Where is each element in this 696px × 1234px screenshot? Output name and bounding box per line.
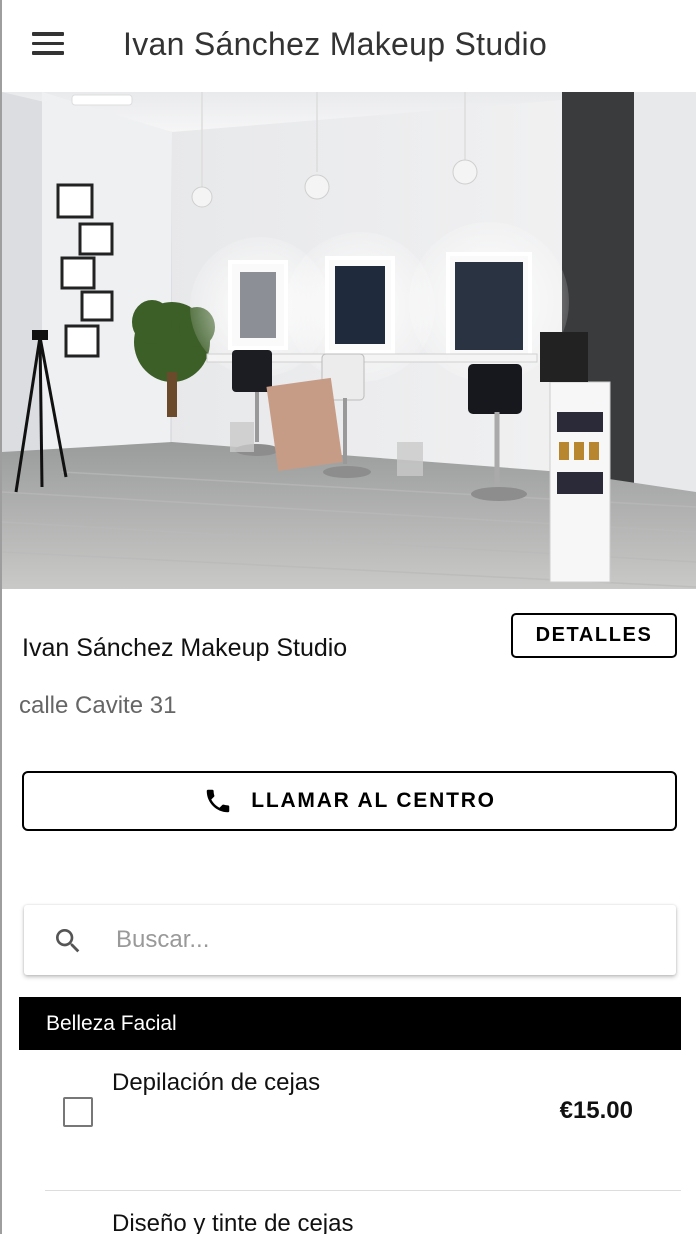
call-center-label: LLAMAR AL CENTRO [251, 789, 496, 812]
studio-address: calle Cavite 31 [19, 692, 177, 719]
search-bar [24, 905, 676, 975]
search-input[interactable] [116, 915, 656, 965]
studio-name: Ivan Sánchez Makeup Studio [22, 634, 348, 662]
service-name: Depilación de cejas [112, 1069, 321, 1096]
service-item[interactable]: Depilación de cejas €15.00 [0, 1050, 696, 1190]
service-item[interactable]: Diseño y tinte de cejas [0, 1191, 696, 1234]
hamburger-menu-icon[interactable] [32, 32, 66, 58]
phone-icon [206, 789, 230, 813]
left-edge-rule [0, 0, 2, 1234]
service-name: Diseño y tinte de cejas [112, 1210, 354, 1234]
category-header: Belleza Facial [19, 997, 681, 1050]
service-price: €15.00 [559, 1097, 633, 1124]
details-button[interactable]: DETALLES [511, 613, 677, 658]
page-title: Ivan Sánchez Makeup Studio [123, 26, 548, 62]
search-icon[interactable] [52, 925, 84, 957]
service-checkbox[interactable] [63, 1097, 93, 1127]
call-center-button[interactable]: LLAMAR AL CENTRO [22, 771, 677, 831]
app-bar: Ivan Sánchez Makeup Studio [0, 0, 696, 92]
studio-photo [2, 92, 696, 589]
